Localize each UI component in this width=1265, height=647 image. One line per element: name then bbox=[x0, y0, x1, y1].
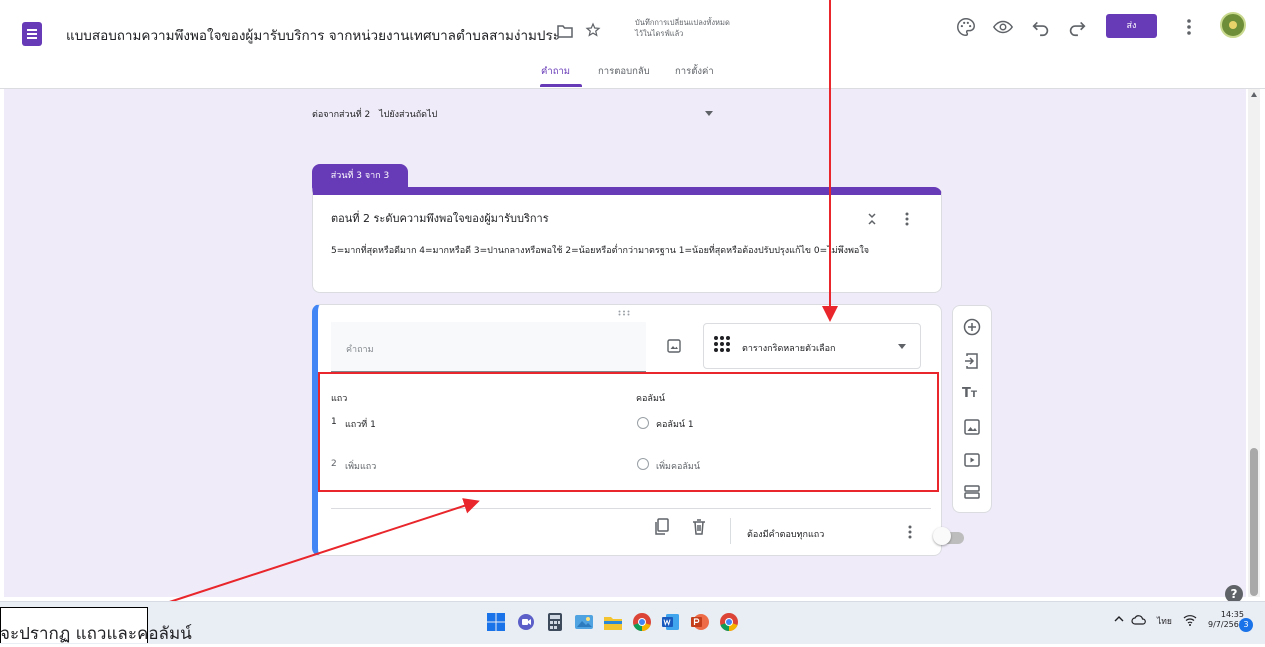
chrome-icon[interactable] bbox=[719, 612, 739, 632]
chat-icon[interactable] bbox=[516, 612, 536, 632]
photos-icon[interactable] bbox=[574, 612, 594, 632]
notification-badge[interactable]: 3 bbox=[1239, 618, 1253, 632]
wifi-icon[interactable] bbox=[1183, 614, 1197, 626]
windows-start-icon[interactable] bbox=[486, 612, 506, 632]
tray-chevron-up-icon[interactable] bbox=[1113, 614, 1125, 624]
word-icon[interactable] bbox=[661, 612, 681, 632]
input-language[interactable]: ไทย bbox=[1157, 614, 1172, 628]
file-explorer-icon[interactable] bbox=[603, 612, 623, 632]
cloud-icon[interactable] bbox=[1131, 614, 1147, 626]
clock-time: 14:35 bbox=[1220, 610, 1244, 619]
calculator-icon[interactable] bbox=[545, 612, 565, 632]
annotation-arrows bbox=[147, 0, 838, 610]
chrome-icon[interactable] bbox=[632, 612, 652, 632]
powerpoint-icon[interactable] bbox=[690, 612, 710, 632]
